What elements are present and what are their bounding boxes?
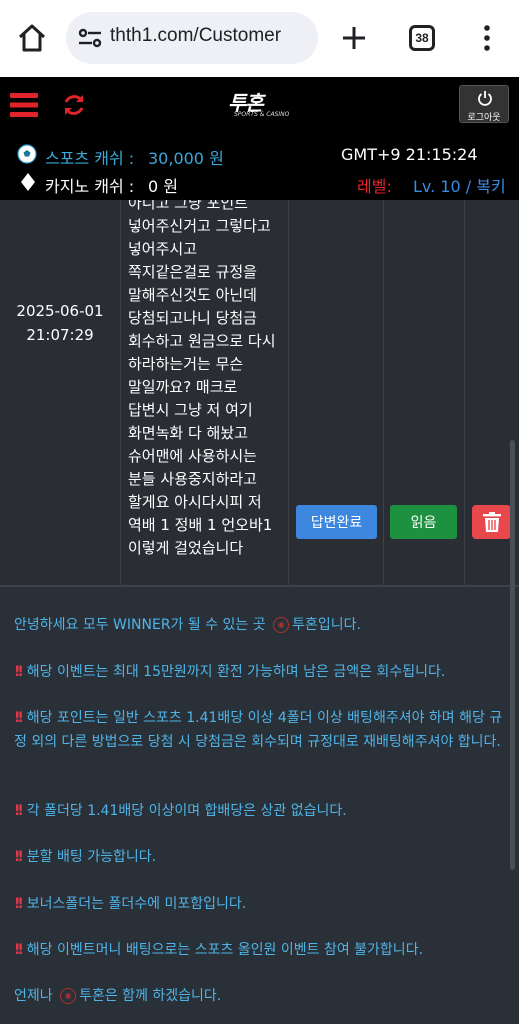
server-clock: GMT+9 21:15:24 (341, 145, 478, 164)
casino-cash-value: 0 원 (148, 177, 178, 196)
answer-complete-badge[interactable]: 답변완료 (296, 505, 377, 539)
sports-cash-label: 스포츠 캐쉬 : (45, 149, 135, 168)
power-icon (478, 91, 492, 106)
more-options-icon[interactable] (477, 24, 497, 52)
double-exclamation-icon: !! (14, 803, 24, 819)
notice-line-7: !! 해당 이벤트머니 배팅으로는 스포츠 올인원 이벤트 참여 불가합니다. (14, 938, 508, 962)
notice-line-2: !! 해당 이벤트는 최대 15만원까지 환전 가능하며 남은 금액은 회수됩니다… (14, 660, 508, 684)
site-logo[interactable]: 투혼 SPORTS & CASINO (228, 87, 292, 123)
page-scrollbar[interactable] (510, 440, 515, 870)
read-button[interactable]: 읽음 (390, 505, 457, 539)
level-label: 레벨: (357, 177, 392, 196)
event-notice: 안녕하세요 모두 WINNER가 될 수 있는 곳 ◉ 투혼입니다. !! 해당 이… (0, 587, 519, 1024)
trash-icon (483, 512, 501, 532)
sports-cash-value: 30,000 원 (148, 149, 224, 168)
inquiry-table: 2025-06-01 21:07:29 아니고 그냥 포인트 넣어주신거고 그렇… (0, 200, 519, 587)
tab-switcher-button[interactable]: 38 (409, 25, 435, 51)
notice-line-1: 안녕하세요 모두 WINNER가 될 수 있는 곳 ◉ 투혼입니다. (14, 613, 508, 637)
hamburger-menu-icon[interactable] (10, 91, 38, 119)
notice-line-8-b: 투혼은 함께 하겠습니다. (79, 988, 222, 1004)
double-exclamation-icon: !! (14, 942, 24, 958)
casino-cash-label: 카지노 캐쉬 : (45, 177, 135, 196)
delete-button[interactable] (472, 505, 511, 539)
double-exclamation-icon: !! (14, 849, 24, 865)
logout-button[interactable]: 로그아웃 (459, 85, 509, 123)
notice-line-3: !! 해당 포인트는 일반 스포츠 1.41배당 이상 4폴더 이상 배팅해주셔야… (14, 706, 508, 754)
address-bar[interactable]: thth1.com/Customer (66, 12, 318, 64)
casino-balance-row: 카지노 캐쉬 : 0 원 레벨: Lv. 10 / 복키 (0, 169, 519, 199)
new-tab-icon[interactable] (340, 24, 368, 52)
double-exclamation-icon: !! (14, 896, 24, 912)
soccer-ball-icon (17, 144, 37, 164)
notice-line-2-text: 해당 이벤트는 최대 15만원까지 환전 가능하며 남은 금액은 회수됩니다. (26, 664, 446, 680)
notice-line-7-text: 해당 이벤트머니 배팅으로는 스포츠 올인원 이벤트 참여 불가합니다. (26, 942, 424, 958)
brand-logo-icon: ◉ (273, 617, 290, 633)
notice-line-6: !! 보너스폴더는 폴더수에 미포함입니다. (14, 892, 508, 916)
refresh-icon[interactable] (62, 93, 86, 117)
notice-line-5-text: 분할 배팅 가능합니다. (26, 849, 157, 865)
notice-line-5: !! 분할 배팅 가능합니다. (14, 845, 508, 869)
double-exclamation-icon: !! (14, 710, 24, 726)
column-divider (464, 200, 465, 587)
notice-line-8: 언제나 ◉ 투혼은 함께 하겠습니다. (14, 984, 508, 1008)
home-icon[interactable] (16, 22, 48, 54)
balance-bar: 스포츠 캐쉬 : 30,000 원 GMT+9 21:15:24 카지노 캐쉬 … (0, 137, 519, 200)
notice-line-8-a: 언제나 (14, 988, 53, 1004)
logout-label: 로그아웃 (467, 113, 501, 123)
sports-balance-row: 스포츠 캐쉬 : 30,000 원 GMT+9 21:15:24 (0, 141, 519, 171)
inquiry-date: 2025-06-01 21:07:29 (16, 302, 104, 344)
notice-line-6-text: 보너스폴더는 폴더수에 미포함입니다. (26, 896, 247, 912)
site-header: 투혼 SPORTS & CASINO 로그아웃 (0, 77, 519, 137)
logo-subtitle: SPORTS & CASINO (234, 111, 290, 118)
brand-logo-icon: ◉ (60, 988, 77, 1004)
diamond-icon (21, 173, 35, 191)
notice-line-1-b: 투혼입니다. (292, 617, 361, 633)
double-exclamation-icon: !! (14, 664, 24, 680)
column-divider (120, 200, 121, 587)
inquiry-content[interactable]: 아니고 그냥 포인트 넣어주신거고 그렇다고 넣어주시고 쪽지같은걸로 규정을 … (128, 200, 288, 560)
notice-line-4-text: 각 폴더당 1.41배당 이상이며 합배당은 상관 없습니다. (26, 803, 347, 819)
column-divider (383, 200, 384, 587)
url-text: thth1.com/Customer (110, 25, 282, 46)
column-divider (288, 200, 289, 587)
site-settings-icon[interactable] (78, 28, 102, 48)
notice-line-3-text: 해당 포인트는 일반 스포츠 1.41배당 이상 4폴더 이상 배팅해주셔야 하… (14, 710, 503, 750)
notice-line-4: !! 각 폴더당 1.41배당 이상이며 합배당은 상관 없습니다. (14, 799, 508, 823)
notice-line-1-a: 안녕하세요 모두 WINNER가 될 수 있는 곳 (14, 617, 266, 633)
browser-toolbar: thth1.com/Customer 38 (0, 0, 519, 77)
level-value: Lv. 10 / 복키 (413, 177, 506, 196)
